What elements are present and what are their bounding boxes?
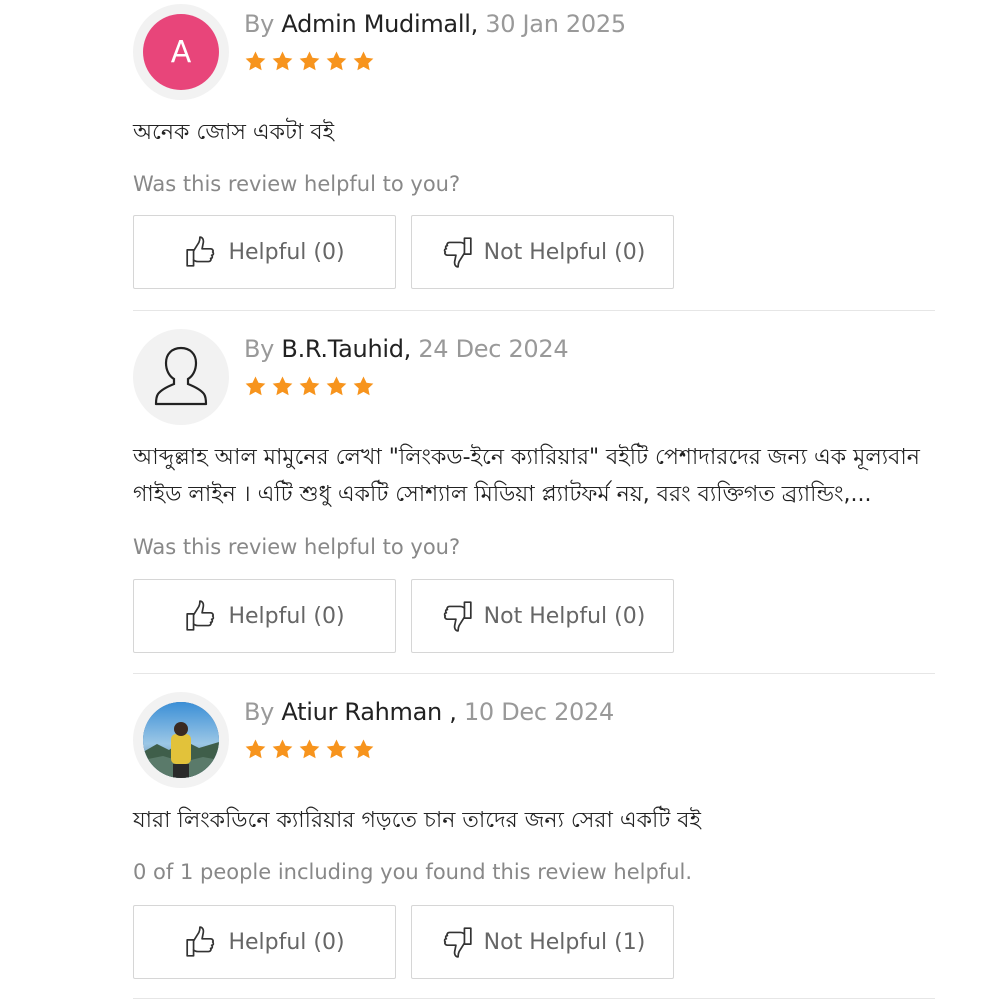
thumbs-up-icon bbox=[186, 600, 215, 631]
review-meta: By Admin Mudimall, 30 Jan 2025 bbox=[244, 10, 626, 38]
review-date: 24 Dec 2024 bbox=[411, 335, 569, 363]
star-icon bbox=[245, 376, 266, 396]
by-label: By bbox=[244, 10, 282, 38]
star-icon bbox=[353, 51, 374, 71]
avatar bbox=[133, 692, 229, 788]
star-icon bbox=[299, 739, 320, 759]
helpful-label: Helpful (0) bbox=[228, 929, 345, 955]
review-author: Admin Mudimall, bbox=[281, 10, 478, 38]
thumbs-up-icon bbox=[186, 236, 215, 267]
reviews-list: A By Admin Mudimall, 30 Jan 2025 অনেক জো… bbox=[0, 0, 1000, 1000]
user-icon bbox=[154, 346, 208, 406]
review-text: আব্দুল্লাহ আল মামুনের লেখা "লিংকড-ইনে ক্… bbox=[133, 445, 920, 507]
star-rating bbox=[244, 738, 375, 761]
review-item: A By Admin Mudimall, 30 Jan 2025 অনেক জো… bbox=[133, 4, 935, 294]
avatar-photo bbox=[143, 702, 219, 778]
not-helpful-button[interactable]: Not Helpful (0) bbox=[411, 215, 674, 289]
helpful-question: 0 of 1 people including you found this r… bbox=[133, 860, 693, 884]
review-meta: By B.R.Tauhid, 24 Dec 2024 bbox=[244, 335, 569, 363]
star-icon bbox=[326, 51, 347, 71]
review-item: By B.R.Tauhid, 24 Dec 2024 আব্দুল্লাহ আল… bbox=[133, 329, 935, 659]
not-helpful-button[interactable]: Not Helpful (0) bbox=[411, 579, 674, 653]
helpful-button[interactable]: Helpful (0) bbox=[133, 215, 396, 289]
helpful-label: Helpful (0) bbox=[228, 239, 345, 265]
review-text: যারা লিংকডিনে ক্যারিয়ার গড়তে চান তাদের… bbox=[133, 808, 701, 833]
not-helpful-button[interactable]: Not Helpful (1) bbox=[411, 905, 674, 979]
thumbs-up-icon bbox=[186, 926, 215, 957]
avatar-letter: A bbox=[143, 14, 219, 90]
star-icon bbox=[353, 376, 374, 396]
review-date: 30 Jan 2025 bbox=[477, 10, 626, 38]
not-helpful-label: Not Helpful (0) bbox=[483, 603, 646, 629]
by-label: By bbox=[244, 335, 282, 363]
by-label: By bbox=[244, 698, 282, 726]
review-text: অনেক জোস একটা বই bbox=[133, 120, 335, 145]
star-icon bbox=[245, 739, 266, 759]
helpful-question: Was this review helpful to you? bbox=[133, 172, 461, 196]
star-rating bbox=[244, 375, 375, 398]
helpful-button[interactable]: Helpful (0) bbox=[133, 905, 396, 979]
star-icon bbox=[299, 51, 320, 71]
star-icon bbox=[272, 51, 293, 71]
star-icon bbox=[272, 739, 293, 759]
helpful-button[interactable]: Helpful (0) bbox=[133, 579, 396, 653]
star-icon bbox=[299, 376, 320, 396]
avatar: A bbox=[133, 4, 229, 100]
review-author: Atiur Rahman , bbox=[281, 698, 457, 726]
review-item: By Atiur Rahman , 10 Dec 2024 যারা লিংকড… bbox=[133, 692, 935, 992]
helpful-question: Was this review helpful to you? bbox=[133, 535, 461, 559]
star-icon bbox=[353, 739, 374, 759]
star-rating bbox=[244, 50, 375, 73]
star-icon bbox=[245, 51, 266, 71]
helpful-label: Helpful (0) bbox=[228, 603, 345, 629]
star-icon bbox=[326, 739, 347, 759]
divider bbox=[133, 310, 935, 311]
avatar-photo-image bbox=[143, 702, 219, 778]
review-author: B.R.Tauhid, bbox=[281, 335, 411, 363]
star-icon bbox=[326, 376, 347, 396]
review-date: 10 Dec 2024 bbox=[456, 698, 614, 726]
divider bbox=[133, 673, 935, 674]
thumbs-down-icon bbox=[443, 601, 472, 632]
avatar bbox=[133, 329, 229, 425]
not-helpful-label: Not Helpful (0) bbox=[483, 239, 646, 265]
star-icon bbox=[272, 376, 293, 396]
thumbs-down-icon bbox=[443, 927, 472, 958]
avatar-placeholder bbox=[143, 339, 219, 415]
divider bbox=[133, 998, 935, 999]
review-meta: By Atiur Rahman , 10 Dec 2024 bbox=[244, 698, 614, 726]
thumbs-down-icon bbox=[443, 237, 472, 268]
not-helpful-label: Not Helpful (1) bbox=[483, 929, 646, 955]
